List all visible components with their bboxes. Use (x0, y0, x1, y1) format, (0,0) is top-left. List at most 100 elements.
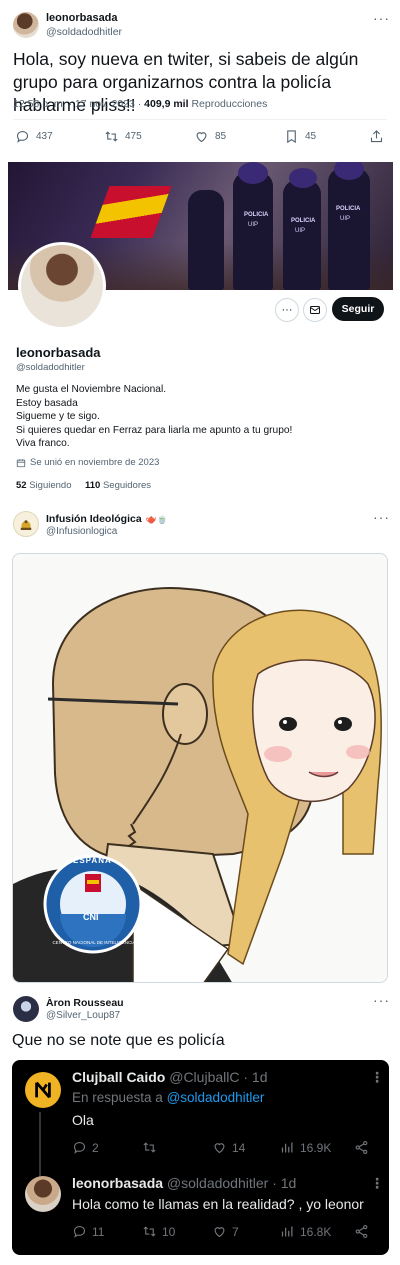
reply-icon (73, 1141, 86, 1154)
reply-button[interactable]: 437 (15, 129, 53, 144)
retweet-icon (143, 1142, 156, 1153)
police-figure (283, 180, 321, 290)
retweet-icon (143, 1226, 156, 1237)
post-author-row: Infusión Ideológica 🫖🍵 (46, 513, 168, 525)
thread-display-name[interactable]: Clujball Caido (72, 1069, 165, 1085)
thread-avatar-leonor[interactable] (25, 1176, 61, 1212)
reply-avatar[interactable] (13, 996, 39, 1022)
calendar-icon (16, 458, 26, 467)
post-display-name[interactable]: Infusión Ideológica (46, 513, 142, 525)
reply-display-name[interactable]: Àron Rousseau (46, 997, 124, 1009)
reply-to-handle[interactable]: @soldadodhitler (167, 1090, 265, 1105)
thread-handle[interactable]: @ClujballC (169, 1069, 239, 1085)
thread-text: Hola como te llamas en la realidad? , yo… (72, 1196, 364, 1212)
bio-line: Me gusta el Noviembre Nacional. (16, 384, 167, 395)
police-badge: UIP (295, 228, 306, 234)
thread-age: · 1d (243, 1069, 268, 1085)
thread-retweet-button[interactable]: 10 (142, 1224, 175, 1239)
meme-illustration (13, 554, 387, 982)
thread-text: Ola (72, 1112, 94, 1128)
thread-display-name[interactable]: leonorbasada (72, 1175, 163, 1191)
tweet-meta: 12:55 p. m. · 17 nov. 2023 · 409,9 mil R… (13, 98, 267, 110)
joined-date: Se unió en noviembre de 2023 (30, 457, 160, 468)
police-figure (233, 172, 273, 290)
retweet-button[interactable]: 475 (104, 129, 142, 144)
thread-header: leonorbasada @soldadodhitler · 1d (72, 1175, 296, 1191)
police-figure (328, 168, 370, 290)
tweet-display-name[interactable]: leonorbasada (46, 12, 118, 24)
message-button[interactable] (303, 298, 327, 322)
joined-row: Se unió en noviembre de 2023 (16, 457, 159, 468)
thread-like-count: 7 (232, 1224, 239, 1239)
reply-text: Que no se note que es policía (12, 1032, 225, 1049)
share-button[interactable] (369, 129, 384, 144)
teapot-emoji: 🫖🍵 (145, 513, 169, 524)
divider (13, 119, 387, 120)
police-badge: POLICIA (336, 206, 361, 212)
like-button[interactable]: 85 (194, 129, 226, 144)
helmet (289, 168, 317, 188)
spanish-flag (90, 186, 172, 238)
tweet-avatar[interactable] (13, 12, 39, 38)
reply-count: 437 (36, 131, 53, 142)
followers-link[interactable]: 110 Seguidores (85, 480, 151, 491)
thread-share-button[interactable] (354, 1140, 369, 1155)
thread-reply-count: 11 (92, 1224, 105, 1239)
following-link[interactable]: 52 Siguiendo (16, 480, 71, 491)
views-icon (281, 1142, 293, 1153)
thread-handle[interactable]: @soldadodhitler (167, 1175, 268, 1191)
bookmark-button[interactable]: 45 (284, 129, 316, 144)
thread-reply-button[interactable]: 2 (72, 1140, 99, 1155)
more-options-icon[interactable]: ··· (373, 992, 390, 1008)
bio-line: Viva franco. (16, 438, 70, 449)
reply-to-prefix: En respuesta a (72, 1090, 163, 1105)
logo-icon (20, 520, 32, 530)
retweet-icon (105, 131, 118, 142)
followers-count: 110 (85, 480, 101, 491)
thread-views-count: 16.8K (300, 1224, 332, 1239)
heart-icon (196, 132, 207, 143)
thread-reply-button[interactable]: 11 (72, 1224, 104, 1239)
thread-like-count: 14 (232, 1140, 246, 1155)
reply-handle[interactable]: @Silver_Loup87 (46, 1010, 120, 1021)
thread-like-button[interactable]: 14 (212, 1140, 245, 1155)
vertical-dots-icon[interactable]: ⋮ (370, 1069, 384, 1086)
badge-ring-text: CENTRO NACIONAL DE INTELIGENCIA (52, 940, 136, 945)
tweet-section: leonorbasada @soldadodhitler ··· Hola, s… (0, 0, 400, 155)
tweet-views-label: Reproducciones (191, 98, 268, 110)
post-avatar[interactable] (13, 511, 39, 537)
police-badge: POLICIA (291, 218, 316, 224)
badge-mid-text: CNI (83, 912, 99, 922)
thread-avatar-clujball[interactable] (25, 1072, 61, 1108)
thread-line (39, 1112, 41, 1182)
thread-retweet-button[interactable] (142, 1140, 162, 1155)
share-icon (355, 1141, 368, 1154)
reply-icon (73, 1225, 86, 1238)
police-badge: POLICIA (244, 212, 269, 218)
share-icon (370, 130, 383, 143)
vertical-dots-icon[interactable]: ⋮ (370, 1175, 384, 1192)
heart-icon (214, 1227, 225, 1238)
bio-line: Sigueme y te sigo. (16, 411, 100, 422)
thread-share-button[interactable] (354, 1224, 369, 1239)
tweet-time[interactable]: 12:55 p. m. · 17 nov. 2023 · (13, 98, 141, 110)
police-badge: UIP (340, 216, 351, 222)
more-options-icon[interactable]: ··· (373, 509, 390, 525)
more-options-button[interactable]: ··· (275, 298, 299, 322)
reply-icon (16, 130, 29, 143)
meme-image[interactable]: ESPAÑA CNI CENTRO NACIONAL DE INTELIGENC… (12, 553, 388, 983)
tweet-handle[interactable]: @soldadodhitler (46, 26, 122, 38)
profile-avatar[interactable] (18, 242, 106, 330)
thread-like-button[interactable]: 7 (212, 1224, 239, 1239)
reply-to-row: En respuesta a @soldadodhitler (72, 1090, 264, 1105)
heart-icon (214, 1143, 225, 1154)
profile-section: POLICIA UIP POLICIA UIP POLICIA UIP ··· … (8, 162, 393, 497)
follow-button[interactable]: Seguir (332, 297, 384, 321)
more-options-icon[interactable]: ··· (373, 10, 390, 26)
post-handle[interactable]: @Infusionlogica (46, 526, 117, 537)
thread-views-button[interactable]: 16.8K (280, 1224, 331, 1239)
police-figure (188, 190, 224, 290)
envelope-icon (310, 306, 320, 314)
profile-display-name: leonorbasada (16, 345, 101, 360)
thread-views-button[interactable]: 16.9K (280, 1140, 331, 1155)
